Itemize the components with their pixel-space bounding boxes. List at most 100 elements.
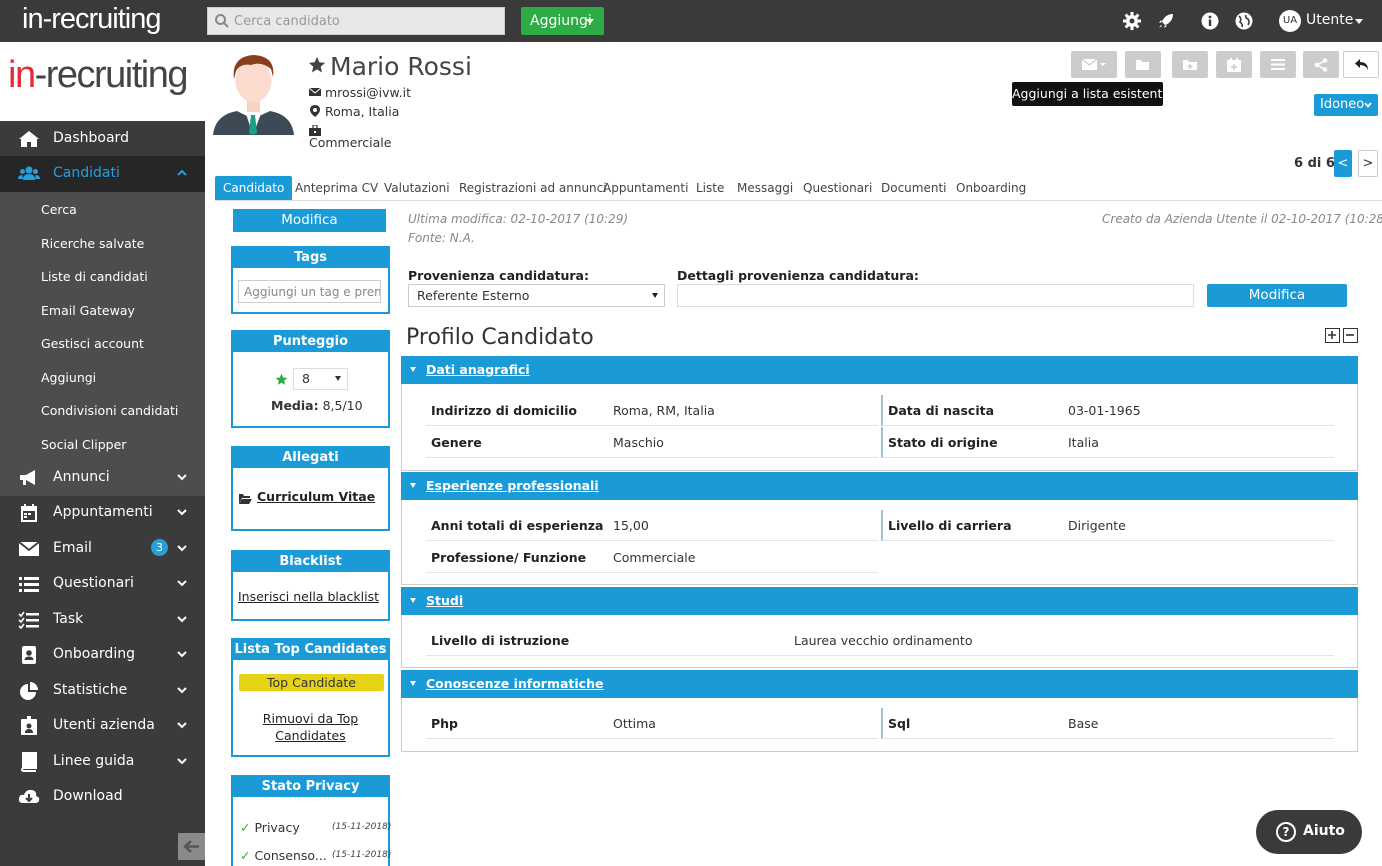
section-header[interactable]: Esperienze professionali (401, 472, 1358, 500)
back-button[interactable] (1343, 51, 1379, 78)
sidebar-item-linee-guida[interactable]: Linee guida (0, 744, 205, 779)
submenu-item-ricerche-salvate[interactable]: Ricerche salvate (41, 236, 144, 251)
tab-appuntamenti[interactable]: Appuntamenti (603, 176, 688, 200)
field-label: Indirizzo di domicilio (431, 403, 578, 418)
dettagli-provenienza-label: Dettagli provenienza candidatura: (677, 268, 919, 283)
submenu-item-email-gateway[interactable]: Email Gateway (41, 303, 135, 318)
search-icon (215, 14, 229, 28)
candidate-location: Roma, Italia (325, 104, 400, 119)
field-label: Stato di origine (888, 435, 998, 450)
tab-messaggi[interactable]: Messaggi (737, 176, 793, 200)
collapse-all-icon[interactable] (1343, 328, 1358, 343)
candidate-name-row: Mario Rossi (308, 52, 472, 81)
section-dati-anagrafici: Dati anagrafici Indirizzo di domicilio Ro… (401, 356, 1358, 471)
folder-open-icon (1136, 60, 1149, 70)
score-select[interactable]: 8 (293, 368, 348, 390)
sidebar-item-utenti-azienda[interactable]: Utenti azienda (0, 708, 205, 743)
provenienza-select[interactable]: Referente Esterno (408, 284, 665, 307)
field-label: Genere (431, 435, 482, 450)
field-label: Livello di carriera (888, 518, 1012, 533)
sidebar-item-statistiche[interactable]: Statistiche (0, 673, 205, 708)
remove-top-link[interactable]: Rimuovi da Top Candidates (253, 710, 368, 744)
tab-documenti[interactable]: Documenti (881, 176, 947, 200)
tab-questionari[interactable]: Questionari (803, 176, 872, 200)
tab-registrazioni-annunci[interactable]: Registrazioni ad annunci (459, 176, 607, 200)
email-action-button[interactable] (1071, 51, 1117, 78)
help-button[interactable]: ? Aiuto (1256, 810, 1362, 854)
blacklist-link[interactable]: Inserisci nella blacklist (238, 589, 379, 604)
folder-plus-icon (1183, 60, 1197, 70)
chevron-down-icon (177, 474, 187, 481)
contact-icon (22, 646, 36, 664)
rocket-icon[interactable] (1156, 11, 1176, 31)
submenu-item-cerca[interactable]: Cerca (41, 202, 77, 217)
sidebar-logo[interactable]: in-recruiting (0, 42, 205, 121)
check-icon: ✓ (240, 820, 251, 835)
globe-icon[interactable] (1234, 11, 1254, 31)
privacy-row: ✓ Privacy (240, 820, 300, 835)
help-label: Aiuto (1303, 823, 1345, 839)
sidebar-item-download[interactable]: Download (0, 779, 205, 814)
expand-all-icon[interactable] (1325, 328, 1340, 343)
star-icon[interactable] (308, 56, 326, 74)
share-button[interactable] (1303, 51, 1339, 78)
modifica-provenienza-button[interactable]: Modifica provenienza (1207, 284, 1347, 326)
tab-onboarding[interactable]: Onboarding (956, 176, 1026, 200)
sidebar-item-task[interactable]: Task (0, 602, 205, 637)
field-value: Ottima (613, 716, 656, 731)
field-row: Livello di carriera Dirigente (881, 510, 1334, 541)
submenu-item-condivisioni[interactable]: Condivisioni candidati (41, 403, 178, 418)
chevron-down-icon (177, 687, 187, 694)
section-header[interactable]: Conoscenze informatiche (401, 670, 1358, 698)
submenu-item-liste-candidati[interactable]: Liste di candidati (41, 269, 148, 284)
dettagli-provenienza-input[interactable] (677, 284, 1194, 307)
add-dropdown-button[interactable]: Aggiungi (521, 7, 604, 35)
privacy-label: Privacy (254, 820, 300, 835)
tab-liste[interactable]: Liste (696, 176, 724, 200)
info-icon[interactable] (1200, 11, 1220, 31)
submenu-item-gestisci-account[interactable]: Gestisci account (41, 336, 144, 351)
caret-down-icon (652, 293, 658, 298)
tab-anteprima-cv[interactable]: Anteprima CV (295, 176, 378, 200)
chevron-down-icon (177, 580, 187, 587)
sidebar-item-annunci[interactable]: Annunci (0, 460, 205, 495)
calendar-button[interactable] (1216, 51, 1252, 78)
tab-valutazioni[interactable]: Valutazioni (384, 176, 450, 200)
field-value: Commerciale (613, 550, 696, 565)
search-box[interactable] (207, 7, 505, 35)
tag-input[interactable] (238, 280, 381, 303)
sidebar-collapse-button[interactable] (178, 833, 205, 860)
caret-down-icon (586, 19, 594, 24)
caret-down-icon (410, 681, 416, 686)
sidebar-item-candidati[interactable]: Candidati (0, 156, 205, 192)
pager-next-button[interactable]: > (1358, 150, 1378, 177)
section-header[interactable]: Dati anagrafici (401, 356, 1358, 384)
app-logo[interactable]: in-recruiting (22, 3, 161, 36)
folder-open-button[interactable] (1125, 51, 1161, 78)
field-label: Php (431, 716, 459, 731)
submenu-item-aggiungi[interactable]: Aggiungi (41, 370, 96, 385)
field-value: 15,00 (613, 518, 649, 533)
pager-prev-button[interactable]: < (1334, 150, 1352, 177)
tab-candidato[interactable]: Candidato (215, 176, 293, 200)
widget-title: Tags (233, 248, 388, 268)
gear-icon[interactable] (1122, 11, 1142, 31)
status-dropdown[interactable]: Idoneo (1314, 94, 1378, 116)
modifica-button[interactable]: Modifica (233, 209, 386, 232)
list-button[interactable] (1260, 51, 1296, 78)
add-to-list-button[interactable] (1172, 51, 1208, 78)
sidebar: in-recruiting Dashboard Candidati Cerca … (0, 42, 205, 866)
field-value: 03-01-1965 (1068, 403, 1141, 418)
sidebar-item-onboarding[interactable]: Onboarding (0, 637, 205, 672)
cv-link[interactable]: Curriculum Vitae (257, 489, 375, 504)
field-value: Base (1068, 716, 1099, 731)
section-title: Conoscenze informatiche (426, 676, 604, 691)
sidebar-item-email[interactable]: Email 3 (0, 531, 205, 566)
field-row: Sql Base (881, 708, 1334, 739)
submenu-item-social-clipper[interactable]: Social Clipper (41, 437, 126, 452)
search-input[interactable] (234, 11, 499, 31)
sidebar-item-questionari[interactable]: Questionari (0, 566, 205, 601)
sidebar-item-appuntamenti[interactable]: Appuntamenti (0, 495, 205, 530)
sidebar-item-dashboard[interactable]: Dashboard (0, 121, 205, 156)
section-header[interactable]: Studi (401, 587, 1358, 615)
